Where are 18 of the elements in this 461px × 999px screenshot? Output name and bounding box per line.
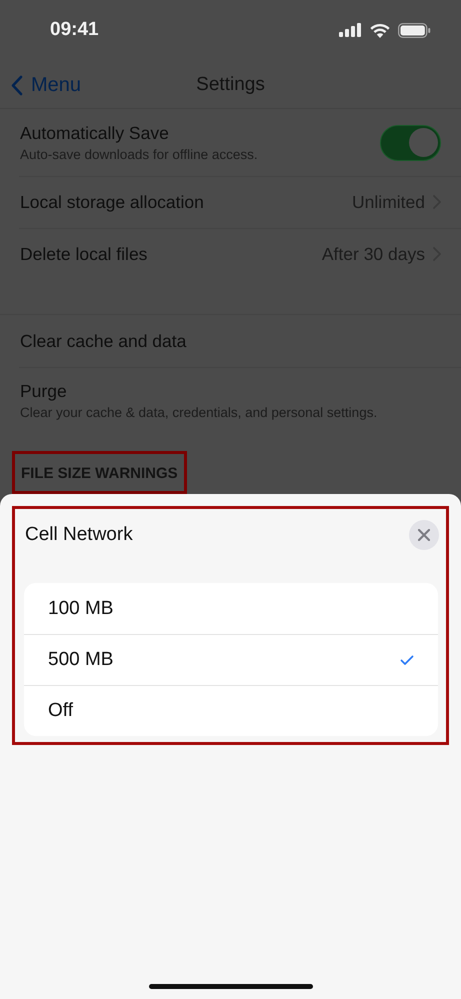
chevron-left-icon — [11, 74, 23, 96]
close-icon — [418, 529, 430, 541]
setting-label: Local storage allocation — [20, 192, 205, 212]
screen-title: Settings — [196, 74, 265, 96]
battery-icon — [398, 22, 431, 38]
sheet-title: Cell Network — [25, 524, 133, 546]
setting-label: Purge — [20, 381, 68, 402]
wifi-icon — [370, 22, 390, 38]
signal-icon — [339, 23, 362, 37]
option-item[interactable]: Off — [24, 685, 438, 736]
toggle-switch[interactable] — [380, 124, 441, 160]
setting-label: Clear cache and data — [20, 330, 188, 352]
status-time: 09:41 — [50, 19, 99, 41]
close-button[interactable] — [409, 520, 439, 550]
option-item[interactable]: 100 MB — [24, 583, 438, 634]
option-item[interactable]: 500 MB — [24, 634, 438, 685]
setting-label: Automatically Save — [20, 123, 170, 144]
setting-label: Delete local files — [20, 244, 148, 264]
